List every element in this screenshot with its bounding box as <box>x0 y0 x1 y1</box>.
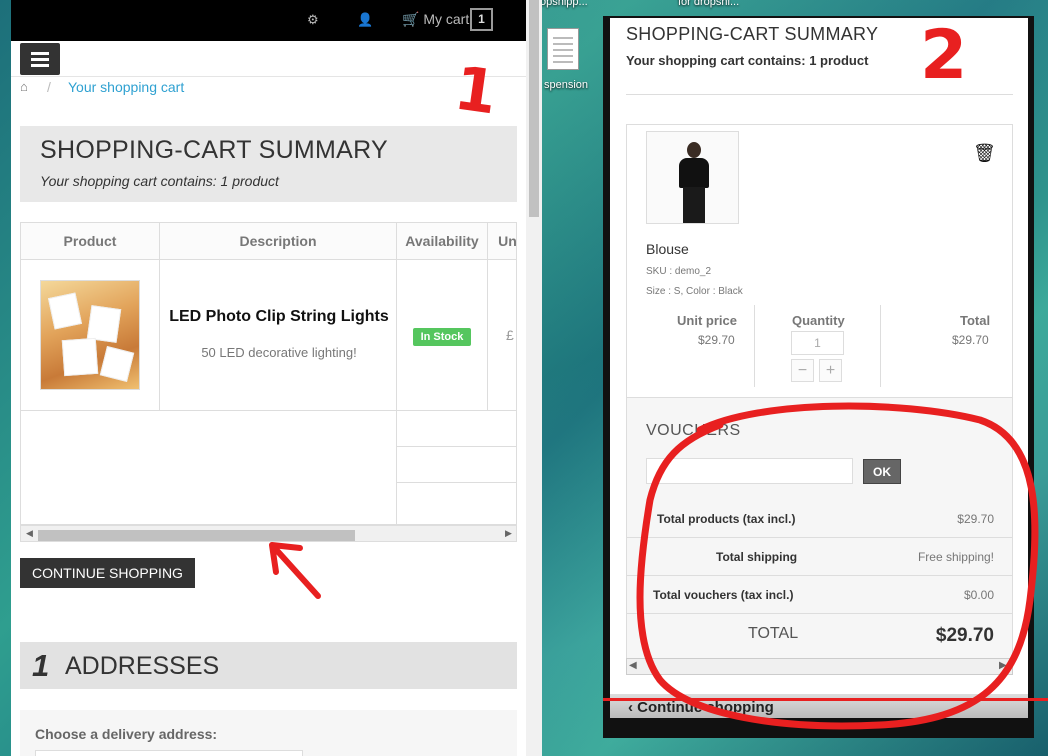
annotation-number-two: 2 <box>920 16 968 95</box>
column-header: Un <box>488 223 516 260</box>
cart-count-badge[interactable]: 1 <box>470 8 493 31</box>
total-shipping-row: Total shipping Free shipping! <box>627 538 1012 576</box>
page-vertical-scrollbar[interactable] <box>526 0 542 756</box>
quantity-header: Quantity <box>792 313 845 328</box>
product-name[interactable]: LED Photo Clip String Lights <box>169 308 389 326</box>
product-image[interactable] <box>40 280 140 390</box>
product-card: 🗑 Blouse SKU : demo_2 Size : S, Color : … <box>626 124 1013 670</box>
desktop-label[interactable]: opshipp... <box>540 0 588 8</box>
row-amount: $29.70 <box>957 512 994 526</box>
desktop-label[interactable]: for dropshi... <box>678 0 739 8</box>
scroll-left-icon[interactable]: ◀ <box>629 660 637 671</box>
menu-button[interactable] <box>20 43 60 75</box>
quantity-input[interactable]: 1 <box>791 331 844 355</box>
section-title: ADDRESSES <box>65 652 220 680</box>
user-icon[interactable]: 👤 <box>357 12 373 28</box>
row-amount: $0.00 <box>963 588 994 602</box>
horizontal-scrollbar[interactable]: ◀ ▶ <box>626 658 1013 675</box>
quantity-minus-button[interactable]: − <box>791 359 814 382</box>
column-header: Description <box>160 223 397 260</box>
product-image[interactable] <box>646 131 739 224</box>
summary-header: SHOPPING-CART SUMMARY Your shopping cart… <box>20 126 517 202</box>
delivery-address-box: Choose a delivery address: <box>20 710 517 756</box>
total-value: $29.70 <box>935 625 994 646</box>
addresses-header: 1 ADDRESSES <box>20 642 517 689</box>
page-title: SHOPPING-CART SUMMARY <box>626 24 879 44</box>
voucher-input[interactable] <box>646 458 853 484</box>
unit-price-header: Unit price <box>677 313 737 328</box>
cart-summary-text: Your shopping cart contains: 1 product <box>626 53 869 68</box>
total-products-row: Total products (tax incl.) $29.70 <box>627 500 1012 538</box>
chevron-left-icon: ‹ <box>628 699 633 716</box>
column-header: Product <box>21 223 160 260</box>
page-title: SHOPPING-CART SUMMARY <box>40 136 389 164</box>
line-total-value: $29.70 <box>952 333 989 347</box>
top-bar: ⚙ 👤 🛒 My cart 1 <box>11 0 526 41</box>
delivery-label: Choose a delivery address: <box>35 726 218 742</box>
breadcrumb-link[interactable]: Your shopping cart <box>68 79 184 95</box>
unit-price-fragment: £ <box>506 327 514 343</box>
table-horizontal-scrollbar[interactable]: ◀ ▶ <box>21 525 516 541</box>
home-icon[interactable]: ⌂ <box>20 79 28 94</box>
total-header: Total <box>960 313 991 328</box>
stock-badge: In Stock <box>413 328 471 346</box>
row-label: Total shipping <box>716 550 798 564</box>
gear-icon[interactable]: ⚙ <box>307 12 319 28</box>
cart-table: Product Description Availability Un LED … <box>20 222 517 542</box>
continue-shopping-link[interactable]: ‹ Continue shopping <box>628 699 774 716</box>
totals-section: VOUCHERS OK Total products (tax incl.) $… <box>627 397 1012 670</box>
product-name[interactable]: Blouse <box>646 241 689 257</box>
scrollbar-thumb[interactable] <box>38 530 355 541</box>
step-number: 1 <box>32 648 50 683</box>
cart-icon: 🛒 <box>402 11 420 27</box>
row-amount: Free shipping! <box>917 550 994 564</box>
trash-icon[interactable]: 🗑 <box>973 143 996 164</box>
cart-link[interactable]: 🛒 My cart <box>402 11 469 28</box>
document-icon[interactable] <box>547 28 579 70</box>
total-label: TOTAL <box>748 625 799 642</box>
breadcrumb-separator: / <box>47 79 51 95</box>
product-sku: SKU : demo_2 <box>646 266 712 277</box>
cart-label: My cart <box>423 11 470 27</box>
scrollbar-thumb[interactable] <box>529 0 539 217</box>
column-header: Availability <box>397 223 488 260</box>
cart-page: SHOPPING-CART SUMMARY Your shopping cart… <box>610 18 1028 718</box>
vouchers-title: VOUCHERS <box>646 422 741 439</box>
desktop-label[interactable]: spension <box>544 79 588 91</box>
scroll-right-icon[interactable]: ▶ <box>505 528 512 539</box>
annotation-underline <box>603 698 1048 701</box>
continue-shopping-label: Continue shopping <box>637 699 774 716</box>
right-browser-window: SHOPPING-CART SUMMARY Your shopping cart… <box>603 16 1034 738</box>
product-description: 50 LED decorative lighting! <box>201 345 357 360</box>
unit-price-value: $29.70 <box>698 333 735 347</box>
row-label: Total vouchers (tax incl.) <box>653 588 794 602</box>
delivery-address-select[interactable] <box>35 750 303 756</box>
row-label: Total products (tax incl.) <box>657 512 796 526</box>
scroll-left-icon[interactable]: ◀ <box>26 528 33 539</box>
total-vouchers-row: Total vouchers (tax incl.) $0.00 <box>627 576 1012 614</box>
product-attributes: Size : S, Color : Black <box>646 286 743 297</box>
voucher-ok-button[interactable]: OK <box>863 459 901 484</box>
quantity-plus-button[interactable]: + <box>819 359 842 382</box>
cart-summary-text: Your shopping cart contains: 1 product <box>40 173 279 189</box>
continue-shopping-button[interactable]: CONTINUE SHOPPING <box>20 558 195 588</box>
scroll-right-icon[interactable]: ▶ <box>999 660 1007 671</box>
